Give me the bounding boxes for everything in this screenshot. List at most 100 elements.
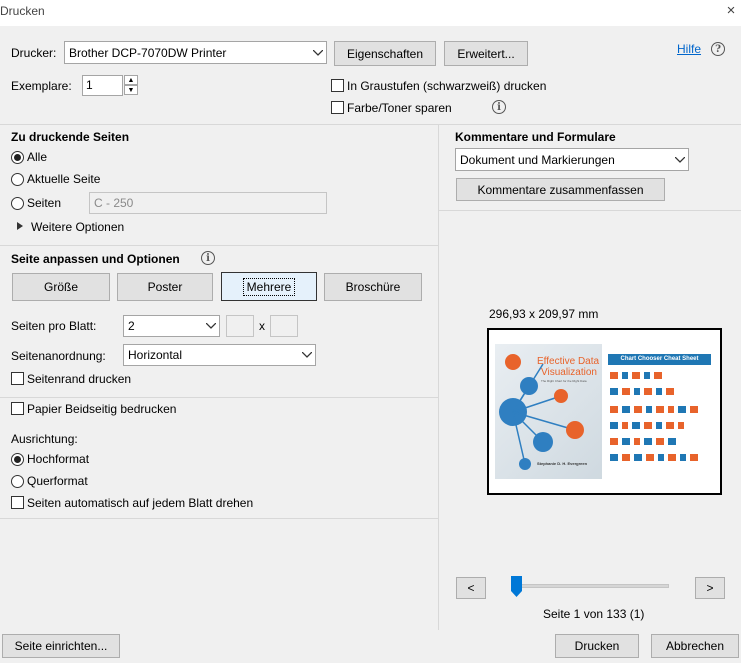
chart-icons-grid (610, 372, 698, 461)
comments-select-value: Dokument und Markierungen (460, 152, 615, 167)
cancel-label: Abbrechen (665, 639, 725, 653)
divider (0, 397, 438, 398)
properties-button-label: Eigenschaften (346, 46, 424, 61)
radio-landscape[interactable] (11, 475, 24, 488)
cancel-button[interactable]: Abbrechen (651, 634, 739, 658)
times-label: x (259, 319, 265, 333)
more-options-label[interactable]: Weitere Optionen (31, 220, 124, 234)
chevron-down-icon (672, 149, 688, 170)
tab-size[interactable]: Größe (12, 273, 110, 301)
advanced-button[interactable]: Erweitert... (444, 41, 528, 66)
preview-thumb-right: Chart Chooser Cheat Sheet (604, 344, 715, 479)
tab-poster[interactable]: Poster (117, 273, 213, 301)
save-toner-label: Farbe/Toner sparen (347, 101, 452, 115)
next-page-button[interactable]: > (695, 577, 725, 599)
info-icon[interactable]: i (201, 251, 215, 265)
comments-select[interactable]: Dokument und Markierungen (455, 148, 689, 171)
properties-button[interactable]: Eigenschaften (334, 41, 436, 66)
previous-page-button[interactable]: < (456, 577, 486, 599)
auto-rotate-label: Seiten automatisch auf jedem Blatt drehe… (27, 496, 254, 510)
summarize-comments-button[interactable]: Kommentare zusammenfassen (456, 178, 665, 201)
grayscale-checkbox[interactable] (331, 79, 344, 92)
tab-booklet-label: Broschüre (345, 280, 401, 294)
pages-to-print-heading: Zu druckende Seiten (11, 130, 130, 144)
radio-all-label: Alle (27, 150, 48, 164)
chevron-down-icon (203, 316, 219, 336)
thumb-cheat-sheet-title: Chart Chooser Cheat Sheet (608, 354, 711, 365)
print-button[interactable]: Drucken (555, 634, 639, 658)
radio-current-page[interactable] (11, 173, 24, 186)
divider (0, 518, 438, 519)
duplex-checkbox[interactable] (11, 402, 24, 415)
advanced-button-label: Erweitert... (457, 46, 515, 61)
thumb-subtitle: The Right Chart for the Right Data (541, 379, 587, 383)
sizing-heading: Seite anpassen und Optionen (11, 252, 180, 266)
page-info-label: Seite 1 von 133 (1) (543, 607, 645, 621)
help-link[interactable]: Hilfe (677, 42, 701, 56)
thumb-author: Stephanie D. H. Evergreen (537, 461, 588, 466)
radio-pages-label: Seiten (27, 196, 62, 210)
pages-range-input[interactable]: C - 250 (89, 192, 327, 214)
save-toner-checkbox[interactable] (331, 101, 344, 114)
radio-current-page-label: Aktuelle Seite (27, 172, 101, 186)
thumb-title-line2: Visualization (541, 367, 597, 378)
page-order-label: Seitenanordnung: (11, 349, 106, 363)
pages-per-sheet-select[interactable]: 2 (123, 315, 220, 337)
print-border-label: Seitenrand drucken (27, 372, 132, 386)
preview-size-label: 296,93 x 209,97 mm (489, 307, 599, 321)
chevron-down-icon (310, 42, 326, 63)
pages-per-sheet-label: Seiten pro Blatt: (11, 319, 97, 333)
orientation-heading: Ausrichtung: (11, 432, 78, 446)
printer-select-value: Brother DCP-7070DW Printer (69, 45, 227, 60)
thumb-title-line1: Effective Data (537, 356, 600, 367)
page-setup-button[interactable]: Seite einrichten... (2, 634, 120, 658)
next-page-label: > (706, 581, 714, 595)
info-icon[interactable]: i (492, 100, 506, 114)
preview-page: Effective Data Visualization The Right C… (487, 328, 722, 495)
window-title: Drucken (0, 4, 45, 18)
previous-page-label: < (467, 581, 475, 595)
tab-size-label: Größe (43, 280, 78, 294)
pages-per-sheet-rows-input[interactable] (270, 315, 298, 337)
radio-portrait[interactable] (11, 453, 24, 466)
pages-per-sheet-cols-input[interactable] (226, 315, 254, 337)
print-label: Drucken (574, 639, 620, 653)
tab-multiple[interactable]: Mehrere (221, 272, 317, 301)
title-bar (0, 0, 741, 26)
tab-booklet[interactable]: Broschüre (324, 273, 422, 301)
preview-thumb-left: Effective Data Visualization The Right C… (495, 344, 602, 479)
vertical-divider (438, 124, 439, 630)
divider (439, 210, 741, 211)
copies-stepper[interactable]: ▲ ▼ (124, 75, 138, 95)
expand-triangle-icon[interactable] (17, 222, 23, 230)
duplex-label: Papier Beidseitig bedrucken (27, 402, 177, 416)
page-slider-thumb[interactable] (511, 576, 522, 597)
printer-select[interactable]: Brother DCP-7070DW Printer (64, 41, 327, 64)
copies-input[interactable]: 1 (82, 75, 123, 96)
radio-landscape-label: Querformat (27, 474, 88, 488)
help-question-icon[interactable]: ? (711, 42, 725, 56)
print-border-checkbox[interactable] (11, 372, 24, 385)
preview-content: Effective Data Visualization The Right C… (495, 344, 715, 479)
radio-all[interactable] (11, 151, 24, 164)
page-setup-label: Seite einrichten... (14, 639, 108, 653)
stepper-up-icon[interactable]: ▲ (124, 75, 138, 85)
summarize-comments-label: Kommentare zusammenfassen (477, 182, 644, 197)
stepper-down-icon[interactable]: ▼ (124, 85, 138, 95)
page-order-select[interactable]: Horizontal (123, 344, 316, 366)
auto-rotate-checkbox[interactable] (11, 496, 24, 509)
tab-multiple-label: Mehrere (242, 277, 296, 296)
divider (0, 245, 438, 246)
radio-portrait-label: Hochformat (27, 452, 90, 466)
printer-label: Drucker: (11, 46, 57, 60)
pages-per-sheet-value: 2 (128, 319, 135, 333)
close-button[interactable]: × (722, 2, 740, 20)
page-order-value: Horizontal (128, 348, 183, 362)
divider (0, 124, 741, 125)
chevron-down-icon (299, 345, 315, 365)
comments-heading: Kommentare und Formulare (455, 130, 616, 144)
copies-label: Exemplare: (11, 79, 72, 93)
page-slider-track[interactable] (511, 584, 669, 588)
grayscale-label: In Graustufen (schwarzweiß) drucken (347, 79, 547, 93)
radio-pages[interactable] (11, 197, 24, 210)
